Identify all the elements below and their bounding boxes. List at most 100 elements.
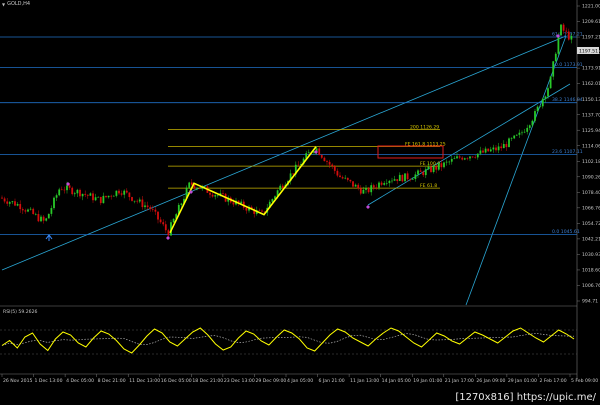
candle-body xyxy=(471,156,474,158)
candle-body xyxy=(164,224,167,231)
candle-body xyxy=(396,179,399,181)
candle-body xyxy=(544,96,547,99)
candle-body xyxy=(476,153,479,158)
candle-body xyxy=(34,214,37,215)
candle-body xyxy=(414,174,417,179)
candle-body xyxy=(427,166,430,170)
candle-body xyxy=(76,189,79,194)
candle-body xyxy=(391,180,393,182)
time-tick-label: 26 Jan 09:00 xyxy=(476,378,505,384)
candle-body xyxy=(557,35,560,54)
candle-body xyxy=(567,31,570,40)
candle-body xyxy=(107,195,110,198)
price-tick-label: 1162.01 xyxy=(582,81,600,87)
time-tick-label: 8 Dec 21:00 xyxy=(98,378,126,384)
candle-body xyxy=(45,218,48,221)
candle-body xyxy=(47,213,50,219)
candle-body xyxy=(388,180,391,184)
candle-body xyxy=(417,170,419,175)
candle-body xyxy=(32,208,35,215)
price-tick-label: 1090.26 xyxy=(582,174,600,180)
candle-body xyxy=(534,111,536,121)
candle-body xyxy=(1,197,3,199)
candle-body xyxy=(279,185,282,191)
candle-body xyxy=(144,205,146,208)
time-tick-label: 29 Dec 09:00 xyxy=(255,378,286,384)
dropdown-triangle-icon[interactable]: ▼ xyxy=(2,2,5,7)
chart-background xyxy=(0,0,600,405)
candle-body xyxy=(8,202,11,204)
candle-body xyxy=(362,189,365,194)
time-tick-label: 23 Dec 13:00 xyxy=(224,378,255,384)
candle-body xyxy=(29,208,32,210)
price-tick-label: 1042.21 xyxy=(582,236,600,242)
time-tick-label: 19 Jan 01:00 xyxy=(413,378,442,384)
candle-body xyxy=(16,204,19,206)
candle-body xyxy=(346,177,349,180)
candle-body xyxy=(40,216,42,222)
candle-body xyxy=(479,150,482,154)
candle-body xyxy=(99,196,102,204)
candle-body xyxy=(383,183,386,185)
candle-body xyxy=(531,120,534,126)
candle-body xyxy=(344,177,347,179)
candle-body xyxy=(339,175,341,178)
fibo-expansion-label: 200 1126.29 xyxy=(410,124,439,130)
candle-body xyxy=(513,135,516,139)
price-tick-label: 1030.93 xyxy=(582,252,600,258)
candle-body xyxy=(6,201,9,204)
candle-body xyxy=(232,202,235,205)
candle-body xyxy=(398,174,401,181)
current-price-label: 1197.51 xyxy=(579,49,598,55)
candle-body xyxy=(401,174,404,182)
symbol-header[interactable]: ▼ GOLD,H4 xyxy=(2,1,30,7)
price-tick-label: 1006.76 xyxy=(582,283,600,289)
candle-body xyxy=(245,207,248,211)
candle-body xyxy=(112,195,115,197)
candle-body xyxy=(463,158,466,160)
candle-body xyxy=(42,216,45,221)
fib-level-label: 50.0 1173.91 xyxy=(552,62,583,68)
candle-body xyxy=(55,195,58,198)
price-tick-label: 1221.00 xyxy=(582,4,600,10)
time-tick-label: 2 Feb 17:00 xyxy=(539,378,566,384)
indicator-label: RSI(5) 59.2626 xyxy=(3,309,38,315)
candle-body xyxy=(489,149,492,152)
candle-body xyxy=(424,169,427,176)
price-tick-label: 1066.76 xyxy=(582,205,600,211)
candle-body xyxy=(453,158,456,160)
time-tick-label: 1 Dec 13:00 xyxy=(35,378,63,384)
candle-body xyxy=(536,106,539,112)
candle-body xyxy=(570,35,573,40)
candle-body xyxy=(492,147,495,150)
candle-body xyxy=(58,189,61,196)
candle-body xyxy=(541,98,544,107)
price-tick-label: 1173.91 xyxy=(582,66,600,72)
candle-body xyxy=(435,166,438,170)
candle-body xyxy=(357,184,360,189)
candle-body xyxy=(458,156,461,158)
candle-body xyxy=(222,193,224,194)
candle-body xyxy=(125,190,128,193)
candle-body xyxy=(138,199,141,202)
time-tick-label: 5 Feb 09:00 xyxy=(571,378,598,384)
candle-body xyxy=(136,200,139,202)
candle-body xyxy=(406,173,409,180)
candle-body xyxy=(554,53,557,62)
candle-body xyxy=(157,211,159,220)
chart-canvas[interactable]: 61.8 1197.2150.0 1173.9138.2 1146.8423.6… xyxy=(0,0,600,405)
candle-body xyxy=(365,188,367,190)
price-tick-label: 1209.61 xyxy=(582,19,600,25)
candle-body xyxy=(440,163,443,168)
candle-body xyxy=(92,193,94,201)
candle-body xyxy=(89,193,92,196)
candle-body xyxy=(141,199,144,208)
candle-body xyxy=(63,189,66,191)
candle-body xyxy=(86,194,89,196)
candle-body xyxy=(167,230,170,236)
candle-body xyxy=(411,178,414,180)
candle-body xyxy=(105,195,107,198)
candle-body xyxy=(552,61,555,77)
candle-body xyxy=(359,188,362,194)
time-tick-label: 21 Jan 17:00 xyxy=(445,378,474,384)
